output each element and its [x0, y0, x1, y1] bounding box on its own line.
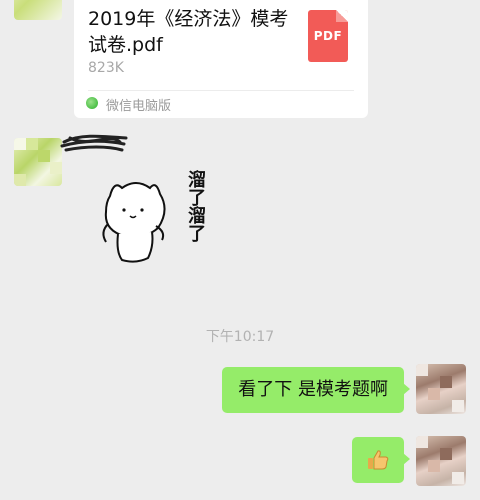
avatar-pixel	[50, 162, 62, 174]
avatar-pixel	[14, 174, 26, 186]
pdf-icon-label: PDF	[313, 29, 343, 43]
avatar-pixel	[452, 472, 464, 484]
avatar-pixel	[416, 364, 428, 376]
thumbs-up-icon	[368, 450, 389, 470]
card-divider	[88, 90, 354, 91]
contact-avatar-top[interactable]	[14, 0, 62, 20]
outgoing-message-bubble[interactable]: 看了下 是模考题啊	[222, 367, 410, 413]
message-text: 看了下 是模考题啊	[238, 379, 388, 400]
avatar-pixel	[38, 150, 50, 162]
file-message-card[interactable]: 2019年《经济法》模考试卷.pdf 823K PDF 微信电脑版	[74, 0, 368, 118]
contact-avatar[interactable]	[14, 138, 62, 186]
file-source-label: 微信电脑版	[106, 99, 172, 114]
wechat-icon	[86, 97, 98, 109]
avatar-pixel	[452, 400, 464, 412]
my-avatar[interactable]	[416, 364, 466, 414]
avatar-pixel	[26, 138, 38, 150]
avatar-pixel	[428, 388, 440, 400]
my-avatar[interactable]	[416, 436, 466, 486]
outgoing-emoji-bubble[interactable]	[352, 437, 410, 483]
avatar-pixel	[14, 138, 26, 150]
file-size: 823K	[88, 60, 124, 76]
pdf-file-icon: PDF	[308, 10, 348, 62]
redacted-sender-name	[60, 134, 128, 152]
avatar-pixel	[428, 460, 440, 472]
avatar-pixel	[440, 448, 452, 460]
message-timestamp: 下午10:17	[205, 329, 275, 345]
file-name: 2019年《经济法》模考试卷.pdf	[88, 8, 289, 56]
avatar-pixel	[440, 376, 452, 388]
avatar-pixel	[416, 436, 428, 448]
sticker-caption: 溜了溜了	[188, 170, 206, 245]
